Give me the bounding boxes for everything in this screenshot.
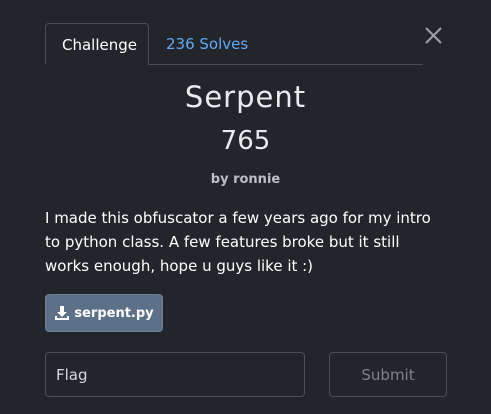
close-button[interactable] — [420, 22, 446, 48]
tab-solves[interactable]: 236 Solves — [150, 23, 264, 64]
tab-challenge[interactable]: Challenge — [45, 23, 149, 65]
submit-button[interactable]: Submit — [329, 352, 447, 397]
download-file-label: serpent.py — [74, 305, 154, 321]
close-icon — [425, 27, 442, 44]
download-file-button[interactable]: serpent.py — [45, 294, 163, 332]
challenge-description: I made this obfuscator a few years ago f… — [45, 209, 431, 275]
challenge-modal: Challenge 236 Solves Serpent 765 by ronn… — [0, 0, 491, 414]
challenge-author: by ronnie — [210, 172, 281, 187]
tab-bar: Challenge 236 Solves — [45, 23, 423, 65]
flag-input[interactable] — [45, 352, 305, 397]
download-icon — [55, 306, 70, 320]
challenge-points: 765 — [220, 126, 271, 156]
challenge-title: Serpent — [184, 80, 307, 114]
